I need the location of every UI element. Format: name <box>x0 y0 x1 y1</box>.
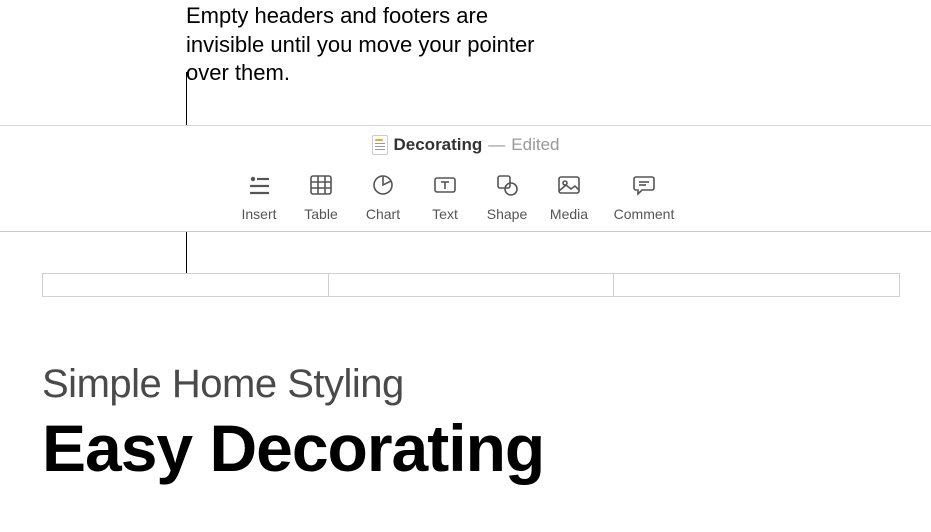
insert-label: Insert <box>241 206 276 222</box>
media-label: Media <box>550 206 588 222</box>
header-field-left[interactable] <box>42 273 329 297</box>
document-header-region <box>42 273 900 297</box>
insert-icon <box>246 172 272 198</box>
media-button[interactable]: Media <box>542 168 596 226</box>
callout-text: Empty headers and footers are invisible … <box>186 2 536 88</box>
table-icon <box>308 172 334 198</box>
shape-label: Shape <box>487 206 527 222</box>
document-title-wrap: Decorating — Edited <box>372 135 560 155</box>
media-icon <box>556 172 582 198</box>
table-button[interactable]: Table <box>294 168 348 226</box>
chart-label: Chart <box>366 206 400 222</box>
shape-icon <box>494 172 520 198</box>
comment-button[interactable]: Comment <box>604 168 684 226</box>
comment-icon <box>631 172 657 198</box>
chart-button[interactable]: Chart <box>356 168 410 226</box>
shape-button[interactable]: Shape <box>480 168 534 226</box>
toolbar: Insert Table Chart <box>0 162 931 232</box>
header-field-center[interactable] <box>329 273 615 297</box>
document-icon <box>372 135 388 155</box>
header-field-right[interactable] <box>614 273 900 297</box>
text-icon <box>432 172 458 198</box>
window-title-bar: Decorating — Edited <box>0 125 931 163</box>
title-separator: — <box>488 135 505 155</box>
table-label: Table <box>304 206 337 222</box>
chart-icon <box>370 172 396 198</box>
document-status: Edited <box>511 135 559 155</box>
document-name: Decorating <box>394 135 483 155</box>
document-body[interactable]: Simple Home Styling Easy Decorating <box>42 362 544 481</box>
document-title: Easy Decorating <box>42 415 544 481</box>
comment-label: Comment <box>614 206 675 222</box>
text-button[interactable]: Text <box>418 168 472 226</box>
insert-button[interactable]: Insert <box>232 168 286 226</box>
text-label: Text <box>432 206 458 222</box>
document-subtitle: Simple Home Styling <box>42 362 544 407</box>
